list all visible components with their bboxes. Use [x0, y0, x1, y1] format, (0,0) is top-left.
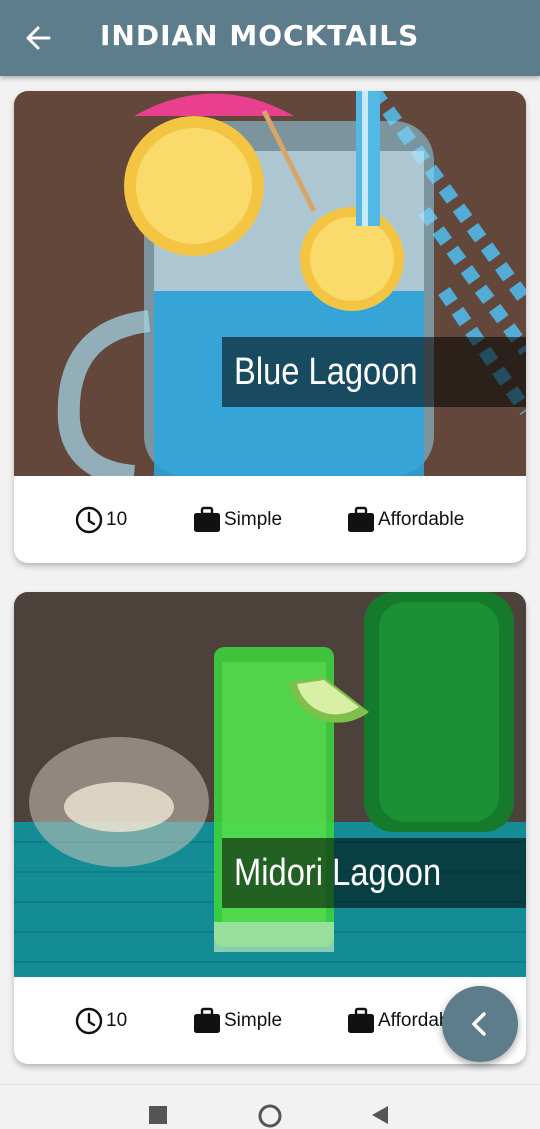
meal-affordability: Affordable — [346, 476, 464, 563]
meal-complexity: Simple — [192, 476, 282, 563]
meal-title: Blue Lagoon — [234, 350, 418, 393]
meal-duration-value: 10 — [106, 508, 128, 530]
meal-card[interactable]: Midori Lagoon 10 Simple Affordable — [14, 592, 526, 1064]
meal-duration: 10 — [74, 476, 127, 563]
meal-title: Midori Lagoon — [234, 851, 442, 894]
page-title: INDIAN MOCKTAILS — [100, 19, 420, 52]
meal-complexity-value: Simple — [224, 508, 283, 530]
meal-list[interactable]: Blue Lagoon 10 Simple Affordable Midori … — [0, 76, 540, 1084]
briefcase-icon — [194, 506, 220, 532]
triangle-back-icon[interactable] — [370, 1105, 390, 1125]
back-button[interactable] — [14, 16, 62, 60]
briefcase-icon — [348, 506, 374, 532]
clock-icon — [75, 1007, 103, 1034]
meal-title-banner: Midori Lagoon — [222, 838, 526, 908]
arrow-left-icon — [26, 26, 51, 50]
system-nav-bar — [0, 1084, 540, 1128]
app-bar: INDIAN MOCKTAILS — [0, 0, 540, 76]
meal-image: Blue Lagoon — [14, 91, 526, 476]
chevron-left-icon — [472, 1012, 486, 1036]
briefcase-icon — [348, 1007, 374, 1033]
drawer-toggle-button[interactable] — [442, 986, 518, 1062]
meal-card[interactable]: Blue Lagoon 10 Simple Affordable — [14, 91, 526, 563]
meal-complexity-value: Simple — [224, 1009, 283, 1031]
square-icon[interactable] — [148, 1105, 168, 1125]
clock-icon — [75, 506, 103, 533]
circle-icon[interactable] — [257, 1103, 283, 1129]
meal-complexity: Simple — [192, 977, 282, 1064]
meal-duration: 10 — [74, 977, 127, 1064]
briefcase-icon — [194, 1007, 220, 1033]
meal-image: Midori Lagoon — [14, 592, 526, 977]
meal-title-banner: Blue Lagoon — [222, 337, 526, 407]
meal-meta-row: 10 Simple Affordable — [14, 476, 526, 563]
meal-affordability-value: Affordable — [378, 508, 465, 530]
meal-duration-value: 10 — [106, 1009, 128, 1031]
